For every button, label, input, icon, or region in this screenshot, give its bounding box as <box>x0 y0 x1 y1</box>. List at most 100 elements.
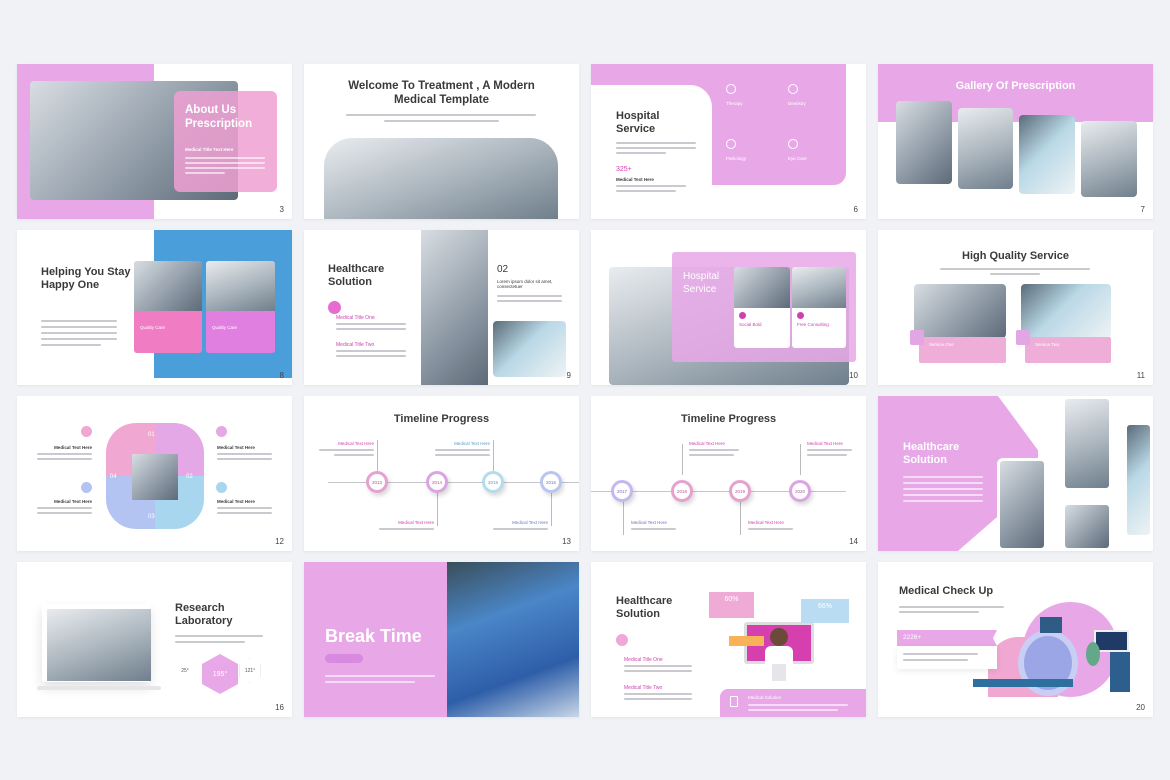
service-photo <box>1021 284 1111 338</box>
laptop-base <box>37 686 161 690</box>
card-title: Free Consulting <box>797 322 829 327</box>
icon-circle <box>81 482 92 493</box>
technician-illustration <box>1086 642 1100 666</box>
bubble-value: 60% <box>724 596 739 603</box>
slide-title: Break Time <box>325 626 422 646</box>
page-number: 16 <box>275 703 284 712</box>
service-icon <box>726 139 736 149</box>
step-label: 04 <box>110 474 117 480</box>
gallery-photo <box>1081 121 1137 197</box>
timeline-label: Medical Text Here <box>689 441 725 446</box>
center-photo <box>132 454 178 500</box>
stat-hexagon: 25° <box>174 658 196 683</box>
label: Medical Text Here <box>217 445 255 450</box>
timeline-label: Medical Text Here <box>807 441 843 446</box>
page-number: 12 <box>275 537 284 546</box>
stat-hexagon: 121° <box>239 658 261 683</box>
gallery-photo <box>896 101 952 184</box>
slide-7[interactable]: Gallery Of Prescription 7 <box>878 64 1153 219</box>
page-number: 8 <box>279 371 284 380</box>
slide-8[interactable]: Helping You Stay Happy One Quality Care … <box>17 230 292 385</box>
slide-title: Healthcare Solution <box>616 595 673 621</box>
service-label: Dentistry <box>788 101 806 106</box>
service-icon <box>726 84 736 94</box>
service-icon <box>788 84 798 94</box>
stat-value: 325+ <box>616 166 632 173</box>
icon-circle <box>216 426 227 437</box>
step-label: 01 <box>148 432 155 438</box>
slide-title: Healthcare Solution <box>328 263 385 289</box>
slide-10[interactable]: Hospital Service Social Bold Free Consul… <box>591 230 866 385</box>
slide-18[interactable]: Healthcare Solution Medical Title One Me… <box>591 562 866 717</box>
year-marker: 2015 <box>482 471 504 493</box>
timeline-label: Medical Text Here <box>631 520 667 525</box>
slide-12[interactable]: 01 02 03 04 Medical Text Here Medical Te… <box>17 396 292 551</box>
slide-6[interactable]: Hospital Service 325+ Medical Text Here … <box>591 64 866 219</box>
solution-panel: Medical Solution <box>720 689 866 717</box>
slide-title: Timeline Progress <box>681 413 777 425</box>
scanner-top <box>1040 617 1062 633</box>
lab-photo <box>47 609 151 681</box>
step-text: Lorem ipsum dolor sit amet, consectetuer <box>497 279 553 290</box>
slide-title: Research Laboratory <box>175 602 233 628</box>
page-number: 11 <box>1136 371 1145 380</box>
surgeon-photo <box>447 562 579 717</box>
slide-title: Timeline Progress <box>393 413 490 425</box>
stat-hexagon: 195° <box>202 654 238 694</box>
orange-bar <box>729 636 764 646</box>
clipboard-icon <box>730 696 738 707</box>
phone-mockup <box>1062 502 1112 551</box>
slide-20[interactable]: Medical Check Up 2226+ 20 <box>878 562 1153 717</box>
page-number: 14 <box>849 537 858 546</box>
icon-circle <box>81 426 92 437</box>
page-number: 20 <box>1136 703 1145 712</box>
slide-13[interactable]: Timeline Progress 2013 2014 2015 2016 Me… <box>304 396 579 551</box>
stat-card <box>897 646 997 669</box>
lab-photo <box>493 321 566 377</box>
year-marker: 2018 <box>671 480 693 502</box>
phone-mockup <box>997 458 1047 551</box>
gallery-photo <box>958 108 1013 189</box>
stat-value: 195° <box>212 670 228 678</box>
slide-9[interactable]: Healthcare Solution Medical Title One Me… <box>304 230 579 385</box>
year-marker: 2016 <box>540 471 562 493</box>
item-title: Medical Title Two <box>336 342 375 348</box>
slide-title: Medical Check Up <box>899 585 994 597</box>
stat-value: 25° <box>181 667 189 674</box>
stat-label: Medical Text Here <box>616 177 654 182</box>
slide-11[interactable]: High Quality Service Service One Service… <box>878 230 1153 385</box>
feature-card: Quality Care <box>206 261 275 353</box>
card-title: Quality Care <box>140 325 166 330</box>
timeline-label: Medical Text Here <box>512 520 548 525</box>
icon-circle <box>216 482 227 493</box>
heart-icon <box>328 301 341 314</box>
bubble-value: 66% <box>817 603 832 610</box>
year-marker: 2014 <box>426 471 448 493</box>
label: Medical Text Here <box>54 499 92 504</box>
slide-16[interactable]: Research Laboratory 25° 195° 121° 16 <box>17 562 292 717</box>
year-marker: 2017 <box>611 480 633 502</box>
slide-4[interactable]: Welcome To Treatment , A Modern Medical … <box>304 64 579 219</box>
service-icon <box>788 139 798 149</box>
page-number: 13 <box>562 537 571 546</box>
slide-14[interactable]: Timeline Progress 2017 2018 2019 2020 Me… <box>591 396 866 551</box>
slide-15[interactable]: Healthcare Solution <box>878 396 1153 551</box>
slide-3[interactable]: About Us Prescription Medical Title Text… <box>17 64 292 219</box>
year-marker: 2013 <box>366 471 388 493</box>
doctor-coat <box>765 646 793 664</box>
item-title: Medical Title Two <box>624 685 663 691</box>
slide-title: Gallery Of Prescription <box>955 80 1076 92</box>
stat-value: 121° <box>244 667 256 674</box>
page-number: 9 <box>566 371 571 380</box>
pill-button[interactable] <box>325 654 363 663</box>
service-card: Free Consulting <box>792 267 846 348</box>
service-caption: Service Two <box>1025 337 1111 363</box>
document-icon <box>910 330 924 345</box>
lab-photo <box>324 138 558 219</box>
item-title: Medical Title One <box>336 315 375 321</box>
info-card: About Us Prescription Medical Title Text… <box>174 91 277 192</box>
timeline-label: Medical Text Here <box>338 441 374 446</box>
slide-17[interactable]: Break Time <box>304 562 579 717</box>
card-title: Quality Care <box>212 325 238 330</box>
page-number: 3 <box>279 205 284 214</box>
